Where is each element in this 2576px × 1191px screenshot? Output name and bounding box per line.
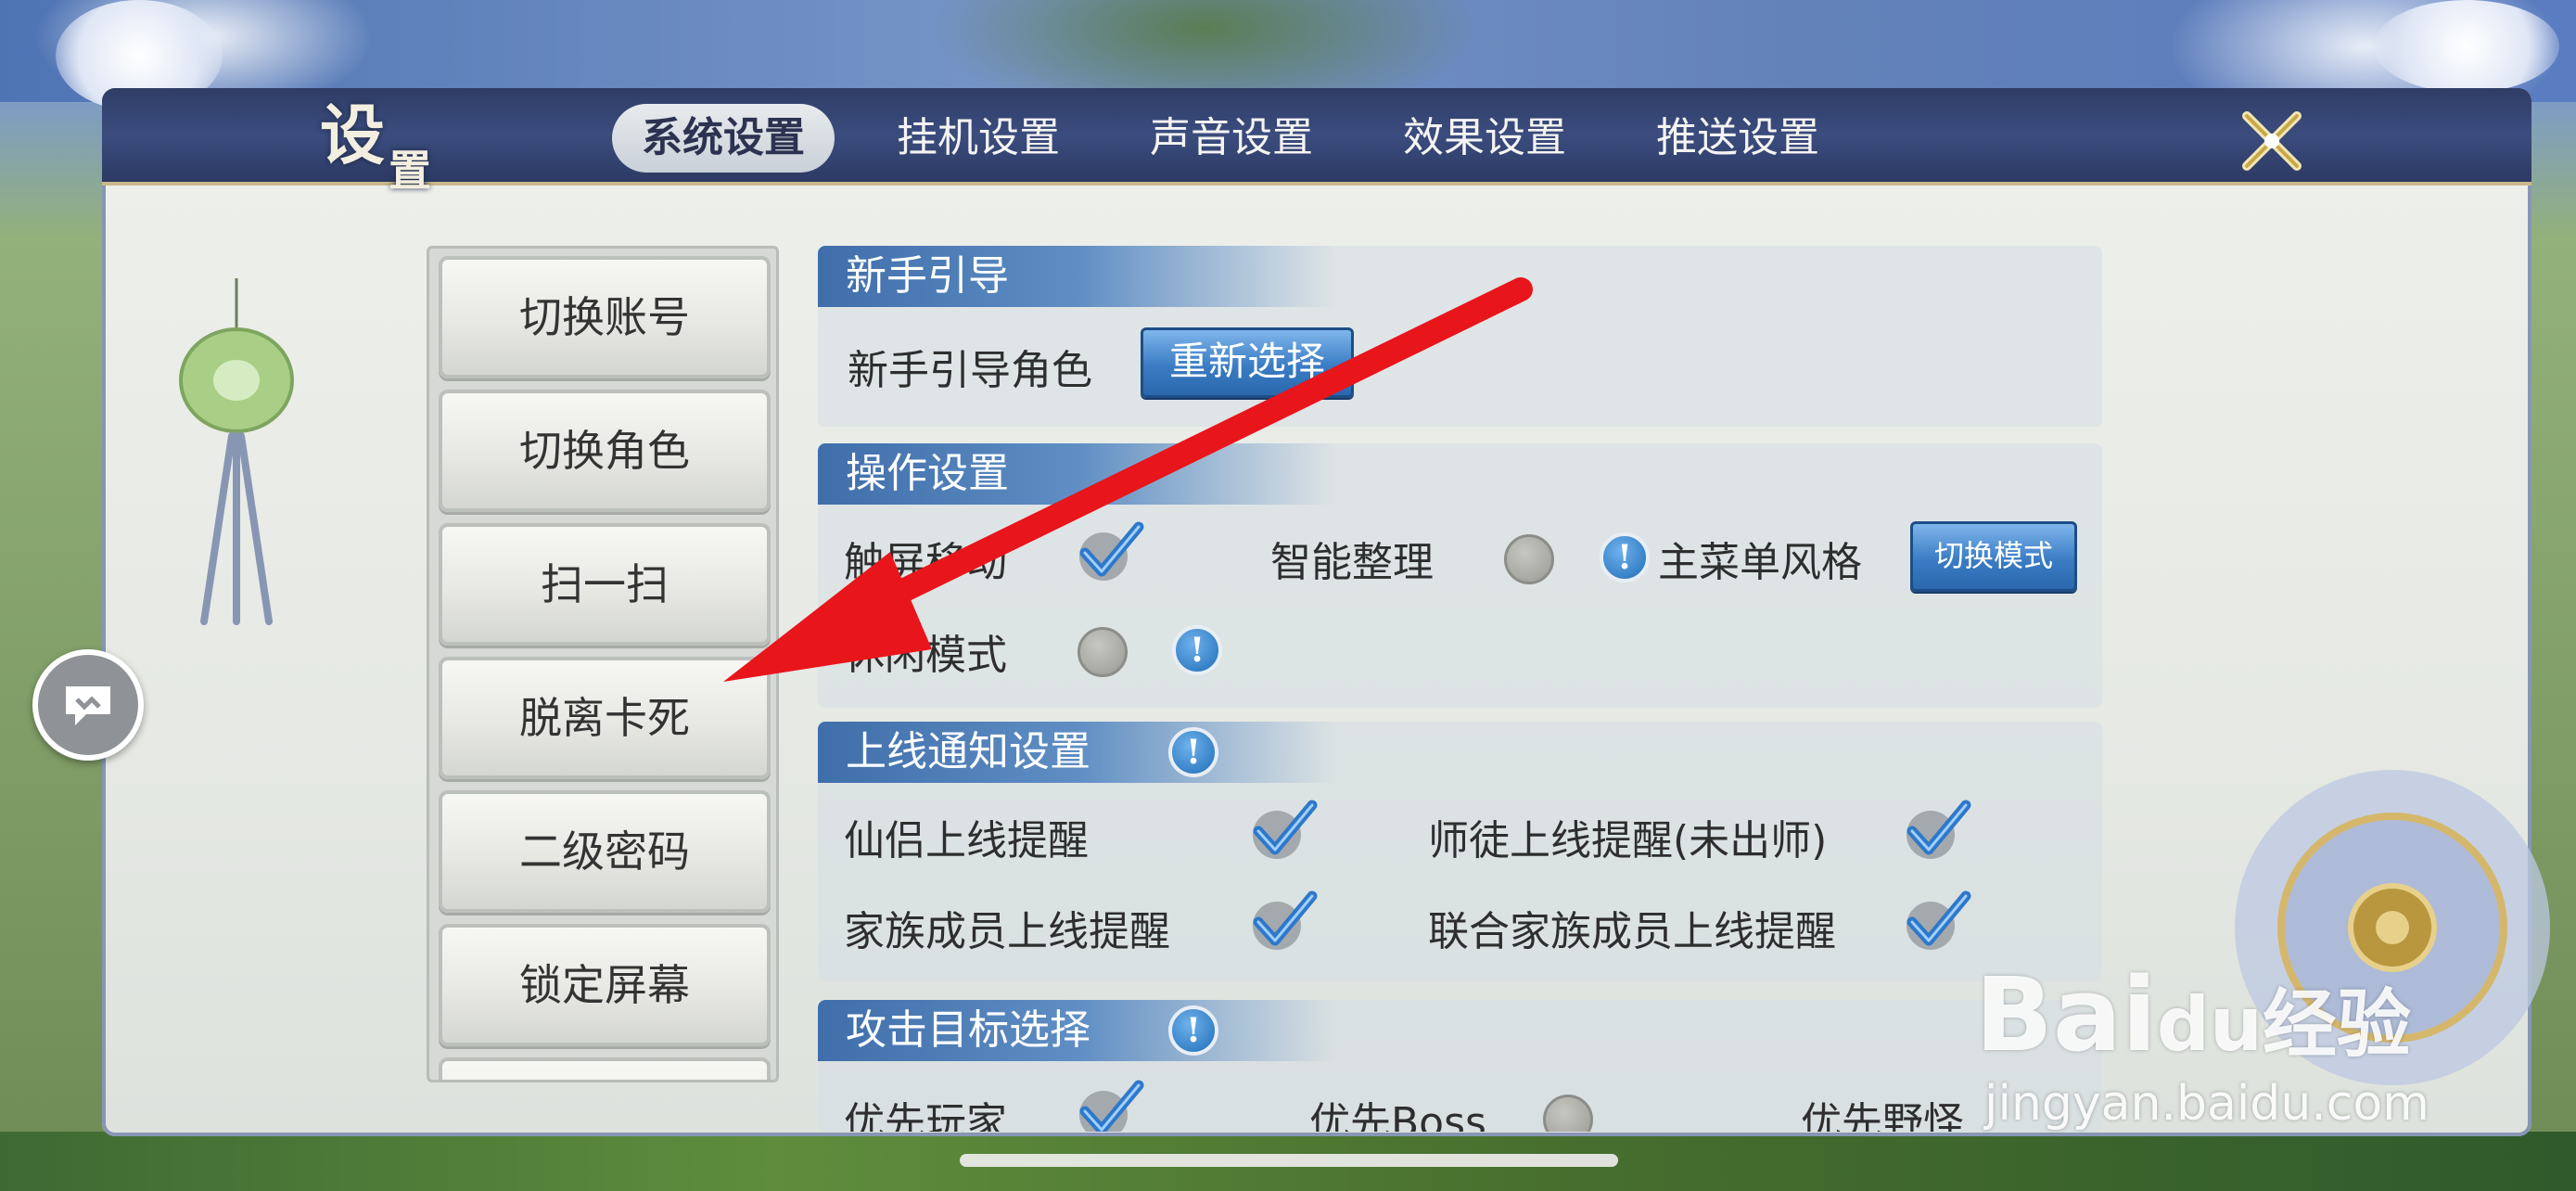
leisure-mode-label: 休闲模式: [844, 632, 1007, 679]
tab-sound-settings[interactable]: 声音设置: [1120, 104, 1343, 173]
info-icon[interactable]: !: [1168, 1005, 1218, 1056]
section-attack-target: 攻击目标选择 ! 优先玩家 优先Boss 优先野怪: [818, 1000, 2102, 1132]
leisure-mode-toggle[interactable]: [1078, 627, 1128, 677]
close-x-icon: [2242, 111, 2302, 171]
smart-sort-label: 智能整理: [1270, 539, 1434, 586]
baidu-watermark-logo: Baidu经验: [1975, 955, 2411, 1074]
section-title: 操作设置: [818, 443, 1337, 505]
prefer-boss-toggle[interactable]: [1543, 1095, 1593, 1132]
watermark-cn: 经验: [2263, 981, 2411, 1068]
section-newbie-guide: 新手引导 新手引导角色 重新选择: [818, 246, 2102, 427]
section-online-notify: 上线通知设置 ! 仙侣上线提醒 师徒上线提醒(未出师) 家族成员上线提醒 联合家…: [818, 722, 2102, 981]
switch-account-button[interactable]: 切换账号: [439, 256, 771, 378]
family-member-online-checkbox[interactable]: [1249, 890, 1318, 952]
chat-icon: [66, 686, 110, 725]
reselect-button[interactable]: 重新选择: [1141, 327, 1354, 398]
prefer-monster-label: 优先野怪: [1801, 1099, 1964, 1132]
touch-move-checkbox[interactable]: [1076, 521, 1144, 583]
title-main: 设: [320, 96, 389, 173]
switch-character-button[interactable]: 切换角色: [439, 390, 771, 512]
home-indicator[interactable]: [960, 1154, 1618, 1167]
account-menu: 切换账号 切换角色 扫一扫 脱离卡死 二级密码 锁定屏幕: [427, 246, 779, 1082]
lock-screen-button[interactable]: 锁定屏幕: [439, 924, 771, 1046]
info-icon[interactable]: !: [1172, 625, 1222, 675]
partner-online-checkbox[interactable]: [1249, 800, 1318, 861]
section-title: 攻击目标选择: [818, 1000, 1337, 1061]
main-menu-style-label: 主菜单风格: [1658, 539, 1862, 586]
tab-effect-settings[interactable]: 效果设置: [1373, 104, 1596, 173]
prefer-player-checkbox[interactable]: [1076, 1080, 1144, 1132]
allied-family-online-checkbox[interactable]: [1903, 890, 1971, 952]
menu-button-partial[interactable]: [439, 1057, 771, 1080]
partner-online-label: 仙侣上线提醒: [844, 817, 1089, 864]
title-sub: 置: [389, 146, 435, 196]
prefer-player-label: 优先玩家: [844, 1099, 1007, 1132]
watermark-paw: du: [2156, 981, 2263, 1068]
master-apprentice-online-checkbox[interactable]: [1903, 800, 1971, 861]
close-button[interactable]: [2235, 104, 2309, 178]
scan-button[interactable]: 扫一扫: [439, 523, 771, 646]
tab-push-settings[interactable]: 推送设置: [1626, 104, 1849, 173]
unstuck-button[interactable]: 脱离卡死: [439, 657, 771, 779]
watermark-text: Bai: [1975, 955, 2157, 1074]
master-apprentice-online-label: 师徒上线提醒(未出师): [1428, 817, 1828, 864]
touch-move-label: 触屏移动: [844, 539, 1007, 586]
tab-system-settings[interactable]: 系统设置: [612, 104, 835, 173]
section-title: 新手引导: [818, 246, 1337, 307]
tab-idle-settings[interactable]: 挂机设置: [867, 104, 1090, 173]
section-operation: 操作设置 触屏移动 智能整理 ! 主菜单风格 切换模式 休闲模式 !: [818, 443, 2102, 708]
secondary-password-button[interactable]: 二级密码: [439, 790, 771, 913]
jade-pendant-decoration: [179, 278, 294, 625]
blossom-decoration: [2374, 0, 2559, 93]
panel-title: 设置: [320, 83, 435, 196]
prefer-boss-label: 优先Boss: [1309, 1099, 1486, 1132]
smart-sort-toggle[interactable]: [1504, 534, 1554, 584]
guide-role-label: 新手引导角色: [848, 347, 1092, 394]
baidu-watermark-url: jingyan.baidu.com: [1984, 1076, 2429, 1132]
info-icon[interactable]: !: [1600, 532, 1650, 583]
switch-mode-button[interactable]: 切换模式: [1910, 521, 2077, 592]
allied-family-online-label: 联合家族成员上线提醒: [1428, 908, 1836, 955]
info-icon[interactable]: !: [1168, 727, 1218, 777]
section-title: 上线通知设置: [818, 722, 1337, 783]
chat-bubble-button[interactable]: [32, 649, 144, 761]
family-member-online-label: 家族成员上线提醒: [844, 908, 1170, 955]
